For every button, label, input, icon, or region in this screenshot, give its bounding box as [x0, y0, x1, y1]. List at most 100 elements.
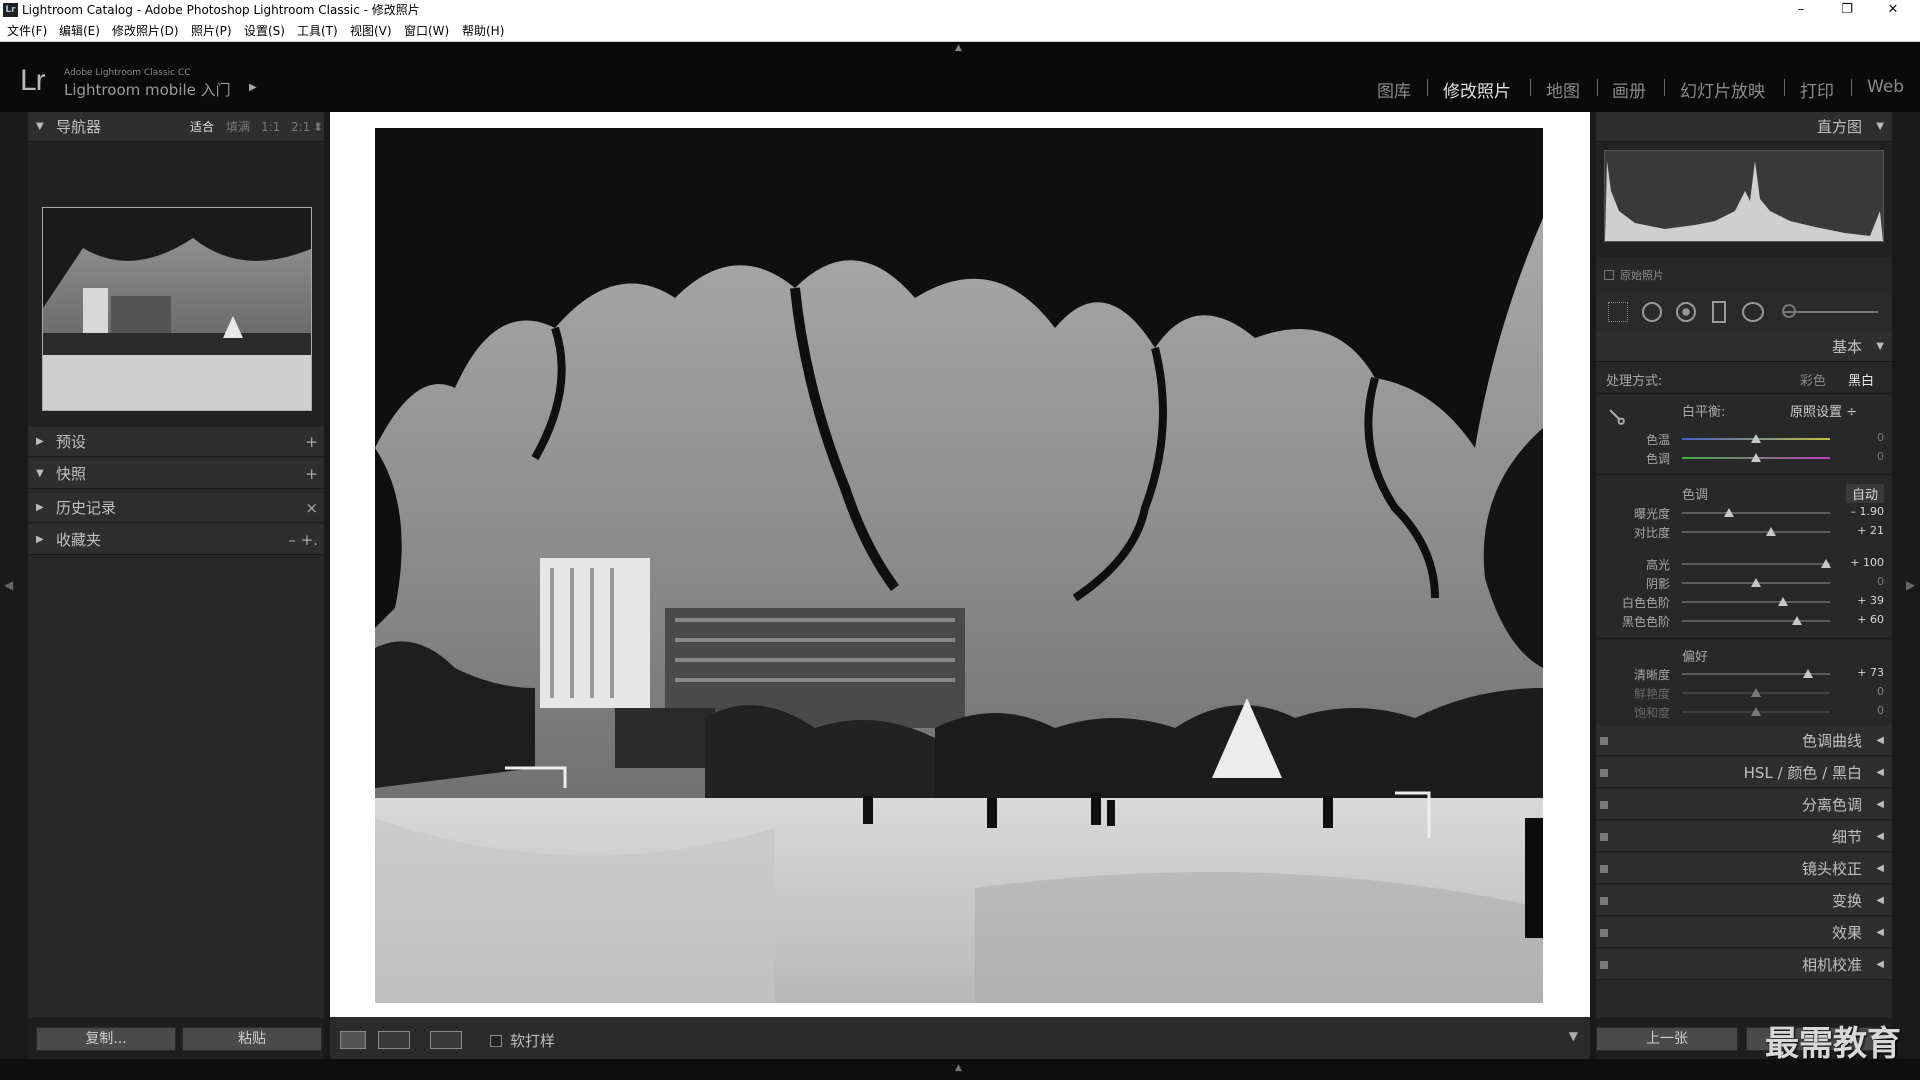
- basic-header[interactable]: 基本 ▼: [1596, 332, 1892, 362]
- menu-window[interactable]: 窗口(W): [404, 20, 449, 42]
- module-map[interactable]: 地图: [1546, 77, 1580, 102]
- tint-slider[interactable]: 色调 0: [1596, 449, 1892, 467]
- soft-proof-checkbox[interactable]: [490, 1035, 502, 1047]
- collapse-bottom-arrow-icon[interactable]: ▲: [955, 1063, 962, 1073]
- navigator-thumbnail[interactable]: [42, 207, 312, 411]
- navigator-header[interactable]: ▼ 导航器 适合 填满 1:1 2:1 ⬍: [28, 112, 324, 142]
- blacks-slider[interactable]: 黑色色阶 + 60: [1596, 612, 1892, 630]
- treatment-bw[interactable]: 黑白: [1848, 370, 1874, 389]
- close-button[interactable]: ✕: [1870, 0, 1916, 20]
- menu-edit[interactable]: 编辑(E): [59, 20, 100, 42]
- slider-track[interactable]: [1682, 531, 1830, 533]
- auto-tone-button[interactable]: 自动: [1846, 484, 1885, 503]
- panel-toggle-switch[interactable]: [1600, 897, 1608, 905]
- slider-value[interactable]: 0: [1877, 704, 1884, 717]
- menu-help[interactable]: 帮助(H): [462, 20, 504, 42]
- slider-value[interactable]: + 21: [1857, 524, 1884, 537]
- add-snapshot-button[interactable]: +: [305, 459, 318, 489]
- adjustment-brush-slider[interactable]: [1782, 311, 1878, 313]
- slider-track[interactable]: [1682, 563, 1830, 565]
- add-preset-button[interactable]: +: [305, 427, 318, 457]
- presets-header[interactable]: ▶ 预设 +: [28, 427, 324, 457]
- white-balance-select[interactable]: 原照设置 ÷: [1790, 401, 1857, 420]
- zoom-fill[interactable]: 填满: [226, 112, 250, 142]
- slider-knob[interactable]: [1751, 707, 1761, 716]
- minimize-button[interactable]: –: [1778, 0, 1824, 20]
- panel-toggle-switch[interactable]: [1600, 737, 1608, 745]
- slider-knob[interactable]: [1765, 527, 1776, 536]
- panel-toggle-switch[interactable]: [1600, 865, 1608, 873]
- slider-knob[interactable]: [1751, 434, 1761, 443]
- slider-knob[interactable]: [1820, 559, 1831, 568]
- slider-knob[interactable]: [1751, 453, 1761, 462]
- exposure-slider[interactable]: 曝光度 – 1.90: [1596, 504, 1892, 522]
- copy-settings-button[interactable]: 复制...: [36, 1027, 176, 1051]
- before-after-lr-button[interactable]: [378, 1031, 410, 1049]
- slider-value[interactable]: 0: [1877, 685, 1884, 698]
- collapse-top-arrow-icon[interactable]: ▲: [955, 43, 962, 53]
- camera-calibration-header[interactable]: 相机校准 ◀: [1596, 950, 1892, 980]
- menu-settings[interactable]: 设置(S): [244, 20, 285, 42]
- slider-knob[interactable]: [1802, 669, 1813, 678]
- lightroom-mobile-link[interactable]: Lightroom mobile 入门: [64, 79, 231, 100]
- right-panel-toggle-icon[interactable]: ▶: [1906, 578, 1915, 592]
- zoom-2-1[interactable]: 2:1: [291, 112, 310, 142]
- split-toning-header[interactable]: 分离色调 ◀: [1596, 790, 1892, 820]
- zoom-1-1[interactable]: 1:1: [261, 112, 280, 142]
- left-panel-toggle-icon[interactable]: ◀: [4, 578, 13, 592]
- slider-value[interactable]: + 39: [1857, 594, 1884, 607]
- detail-header[interactable]: 细节 ◀: [1596, 822, 1892, 852]
- contrast-slider[interactable]: 对比度 + 21: [1596, 523, 1892, 541]
- slider-track[interactable]: [1682, 512, 1830, 514]
- paste-settings-button[interactable]: 粘贴: [182, 1027, 322, 1051]
- slider-knob[interactable]: [1751, 578, 1761, 587]
- module-web[interactable]: Web: [1867, 77, 1904, 97]
- previous-button[interactable]: 上一张: [1596, 1027, 1738, 1051]
- transform-header[interactable]: 变换 ◀: [1596, 886, 1892, 916]
- module-develop[interactable]: 修改照片: [1443, 77, 1511, 102]
- crop-icon[interactable]: [1608, 302, 1628, 322]
- histogram-header[interactable]: 直方图 ▼: [1596, 112, 1892, 142]
- slider-value[interactable]: + 60: [1857, 613, 1884, 626]
- slider-knob[interactable]: [1777, 597, 1788, 606]
- saturation-slider[interactable]: 饱和度 0: [1596, 703, 1892, 721]
- menu-view[interactable]: 视图(V): [350, 20, 392, 42]
- treatment-color[interactable]: 彩色: [1800, 370, 1826, 389]
- shadows-slider[interactable]: 阴影 0: [1596, 574, 1892, 592]
- slider-value[interactable]: 0: [1877, 450, 1884, 463]
- menu-tools[interactable]: 工具(T): [297, 20, 338, 42]
- main-photo[interactable]: [375, 128, 1543, 1003]
- hsl-header[interactable]: HSL / 颜色 / 黑白 ◀: [1596, 758, 1892, 788]
- loupe-view-button[interactable]: [340, 1031, 366, 1049]
- collections-header[interactable]: ▶ 收藏夹 – +.: [28, 525, 324, 555]
- slider-value[interactable]: + 100: [1850, 556, 1884, 569]
- menu-file[interactable]: 文件(F): [7, 20, 47, 42]
- slider-value[interactable]: + 73: [1857, 666, 1884, 679]
- module-book[interactable]: 画册: [1612, 77, 1646, 102]
- collection-actions-button[interactable]: – +.: [288, 525, 318, 555]
- graduated-filter-icon[interactable]: [1712, 301, 1726, 323]
- slider-value[interactable]: 0: [1877, 575, 1884, 588]
- panel-toggle-switch[interactable]: [1600, 929, 1608, 937]
- slider-track[interactable]: [1682, 620, 1830, 622]
- panel-toggle-switch[interactable]: [1600, 961, 1608, 969]
- highlights-slider[interactable]: 高光 + 100: [1596, 555, 1892, 573]
- snapshots-header[interactable]: ▼ 快照 +: [28, 459, 324, 489]
- module-library[interactable]: 图库: [1377, 77, 1411, 102]
- menu-photo[interactable]: 照片(P): [191, 20, 232, 42]
- whites-slider[interactable]: 白色色阶 + 39: [1596, 593, 1892, 611]
- panel-toggle-switch[interactable]: [1600, 833, 1608, 841]
- module-slideshow[interactable]: 幻灯片放映: [1680, 77, 1765, 102]
- slider-knob[interactable]: [1724, 508, 1735, 517]
- spot-removal-icon[interactable]: [1642, 302, 1662, 322]
- slider-value[interactable]: – 1.90: [1851, 505, 1885, 518]
- menu-develop[interactable]: 修改照片(D): [112, 20, 179, 42]
- original-photo-checkbox[interactable]: [1604, 270, 1614, 280]
- tone-curve-header[interactable]: 色调曲线 ◀: [1596, 726, 1892, 756]
- effects-header[interactable]: 效果 ◀: [1596, 918, 1892, 948]
- red-eye-icon[interactable]: [1676, 302, 1696, 322]
- lens-corrections-header[interactable]: 镜头校正 ◀: [1596, 854, 1892, 884]
- slider-knob[interactable]: [1751, 688, 1761, 697]
- clarity-slider[interactable]: 清晰度 + 73: [1596, 665, 1892, 683]
- temp-slider[interactable]: 色温 0: [1596, 430, 1892, 448]
